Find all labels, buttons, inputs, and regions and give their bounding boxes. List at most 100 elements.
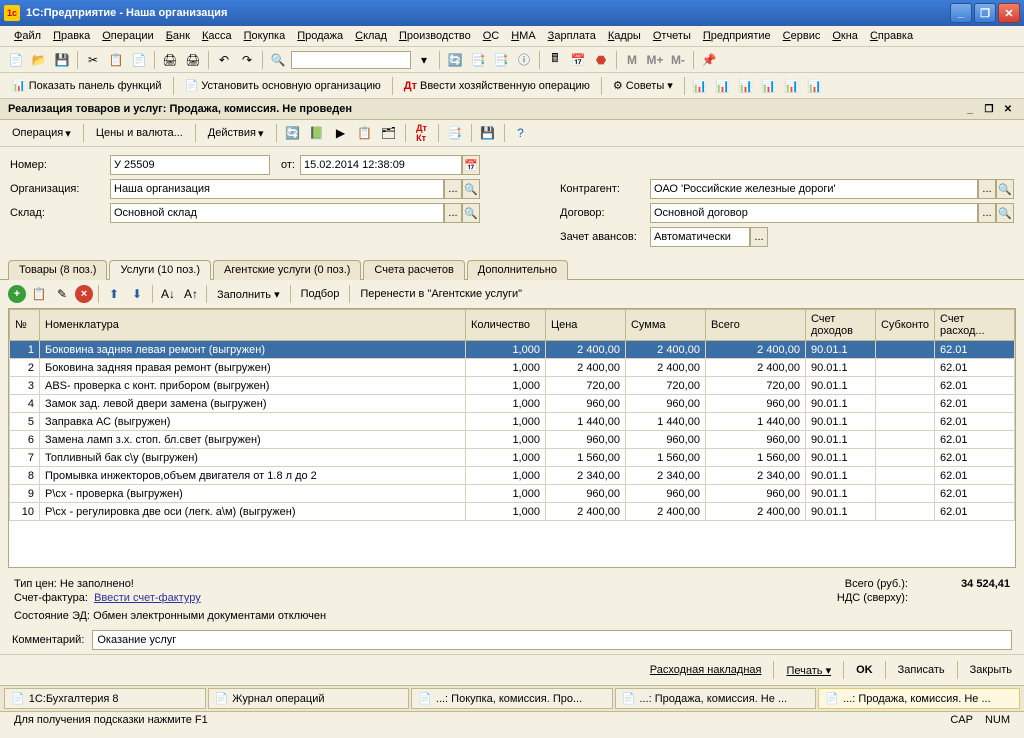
col-header[interactable]: Счет доходов [805,310,875,341]
print-icon[interactable]: 🖨 [160,50,180,70]
table-row[interactable]: 5Заправка АС (выгружен)1,0001 440,001 44… [10,413,1015,431]
mplus-indicator[interactable]: M+ [645,50,665,70]
copy-icon[interactable]: 📋 [106,50,126,70]
table-row[interactable]: 4Замок зад. левой двери замена (выгружен… [10,395,1015,413]
org-select-icon[interactable]: ... [444,179,462,199]
save-icon[interactable]: 💾 [52,50,72,70]
col-header[interactable]: Номенклатура [40,310,466,341]
doc-min-icon[interactable]: _ [962,102,978,116]
menu-item-сервис[interactable]: Сервис [777,28,827,44]
window-tab-4[interactable]: 📄...: Продажа, комиссия. Не ... [818,688,1020,709]
enter-op-button[interactable]: Дт Ввести хозяйственную операцию [398,78,596,94]
comment-input[interactable] [92,630,1012,650]
org-input[interactable] [114,183,440,195]
advance-select-icon[interactable]: ... [750,227,768,247]
doc-save-icon[interactable]: 💾 [478,123,498,143]
acct1-icon[interactable]: 📊 [690,76,710,96]
search-icon[interactable]: 🔍 [268,50,288,70]
reload-icon[interactable]: 🔄 [445,50,465,70]
menu-item-отчеты[interactable]: Отчеты [647,28,697,44]
minimize-button[interactable]: _ [950,3,972,23]
counterparty-search-icon[interactable]: 🔍 [996,179,1014,199]
set-org-button[interactable]: 📄 Установить основную организацию [179,77,387,94]
menu-item-справка[interactable]: Справка [864,28,919,44]
doc-struct-icon[interactable]: 🗂 [379,123,399,143]
menu-item-продажа[interactable]: Продажа [291,28,349,44]
doc-tab-1[interactable]: Услуги (10 поз.) [109,260,211,280]
window-tab-3[interactable]: 📄...: Продажа, комиссия. Не ... [615,688,817,709]
tips-button[interactable]: ⚙ Советы ▾ [607,77,679,94]
print-dropdown[interactable]: Печать ▾ [786,664,831,677]
calendar-icon[interactable]: 📅 [568,50,588,70]
contract-input[interactable] [654,207,974,219]
menu-item-касса[interactable]: Касса [196,28,238,44]
col-header[interactable]: Цена [545,310,625,341]
date-input[interactable] [304,159,458,171]
cut-icon[interactable]: ✂ [83,50,103,70]
services-table[interactable]: №НоменклатураКоличествоЦенаСуммаВсегоСче… [8,308,1016,568]
acct5-icon[interactable]: 📊 [782,76,802,96]
actions-dropdown[interactable]: Действия ▾ [202,124,270,143]
warehouse-input[interactable] [114,207,440,219]
sort-desc-icon[interactable]: A↑ [181,284,201,304]
undo-icon[interactable]: ↶ [214,50,234,70]
doc-run-icon[interactable]: ▶ [331,123,351,143]
doc-tab-4[interactable]: Дополнительно [467,260,568,280]
acct4-icon[interactable]: 📊 [759,76,779,96]
menu-item-нма[interactable]: НМА [505,28,541,44]
info-icon[interactable]: ⓘ [514,50,534,70]
calc-icon[interactable]: 🖩 [545,50,565,70]
new-icon[interactable]: 📄 [6,50,26,70]
close-button[interactable]: ✕ [998,3,1020,23]
calendar-picker-icon[interactable]: 📅 [462,155,480,175]
open-icon[interactable]: 📂 [29,50,49,70]
menu-item-покупка[interactable]: Покупка [238,28,292,44]
contract-select-icon[interactable]: ... [978,203,996,223]
maximize-button[interactable]: ❐ [974,3,996,23]
col-header[interactable]: Сумма [625,310,705,341]
acct3-icon[interactable]: 📊 [736,76,756,96]
menu-item-склад[interactable]: Склад [349,28,393,44]
doc-refresh-icon[interactable]: 🔄 [283,123,303,143]
printer2-icon[interactable]: 🖨 [183,50,203,70]
close-doc-button[interactable]: Закрыть [970,664,1012,676]
mminus-indicator[interactable]: M- [668,50,688,70]
menu-item-правка[interactable]: Правка [47,28,96,44]
table-row[interactable]: 6Замена ламп з.х. стоп. бл.свет (выгруже… [10,431,1015,449]
warehouse-select-icon[interactable]: ... [444,203,462,223]
table-row[interactable]: 7Топливный бак с\у (выгружен)1,0001 560,… [10,449,1015,467]
table-row[interactable]: 2Боковина задняя правая ремонт (выгружен… [10,359,1015,377]
show-panel-button[interactable]: 📊 Показать панель функций [6,77,168,94]
m-indicator[interactable]: M [622,50,642,70]
window-tab-0[interactable]: 📄1С:Бухгалтерия 8 [4,688,206,709]
col-header[interactable]: Субконто [875,310,934,341]
col-header[interactable]: Всего [705,310,805,341]
col-header[interactable]: Счет расход... [935,310,1015,341]
fill-dropdown[interactable]: Заполнить ▾ [212,286,285,303]
menu-item-производство[interactable]: Производство [393,28,477,44]
doc-tab-3[interactable]: Счета расчетов [363,260,464,280]
doc-ok-icon[interactable]: 📗 [307,123,327,143]
menu-item-банк[interactable]: Банк [160,28,196,44]
pin-icon[interactable]: 📌 [699,50,719,70]
col-header[interactable]: № [10,310,40,341]
search-input[interactable] [291,51,411,69]
row-delete-icon[interactable]: × [75,285,93,303]
prices-button[interactable]: Цены и валюта... [90,124,189,142]
window-tab-1[interactable]: 📄Журнал операций [208,688,410,709]
menu-item-кадры[interactable]: Кадры [602,28,647,44]
menu-item-окна[interactable]: Окна [826,28,864,44]
doc-max-icon[interactable]: ❐ [981,102,997,116]
select-button[interactable]: Подбор [296,286,345,302]
doc-tab-2[interactable]: Агентские услуги (0 поз.) [213,260,361,280]
doc-form-icon[interactable]: 📑 [445,123,465,143]
doc-close-icon[interactable]: ✕ [1000,102,1016,116]
table-row[interactable]: 9Р\сх - проверка (выгружен)1,000960,0096… [10,485,1015,503]
advance-input[interactable] [654,231,746,243]
ok-button[interactable]: OK [856,664,873,676]
menu-item-зарплата[interactable]: Зарплата [542,28,602,44]
contract-search-icon[interactable]: 🔍 [996,203,1014,223]
row-edit-icon[interactable]: ✎ [52,284,72,304]
counterparty-input[interactable] [654,183,974,195]
row-add-icon[interactable]: + [8,285,26,303]
